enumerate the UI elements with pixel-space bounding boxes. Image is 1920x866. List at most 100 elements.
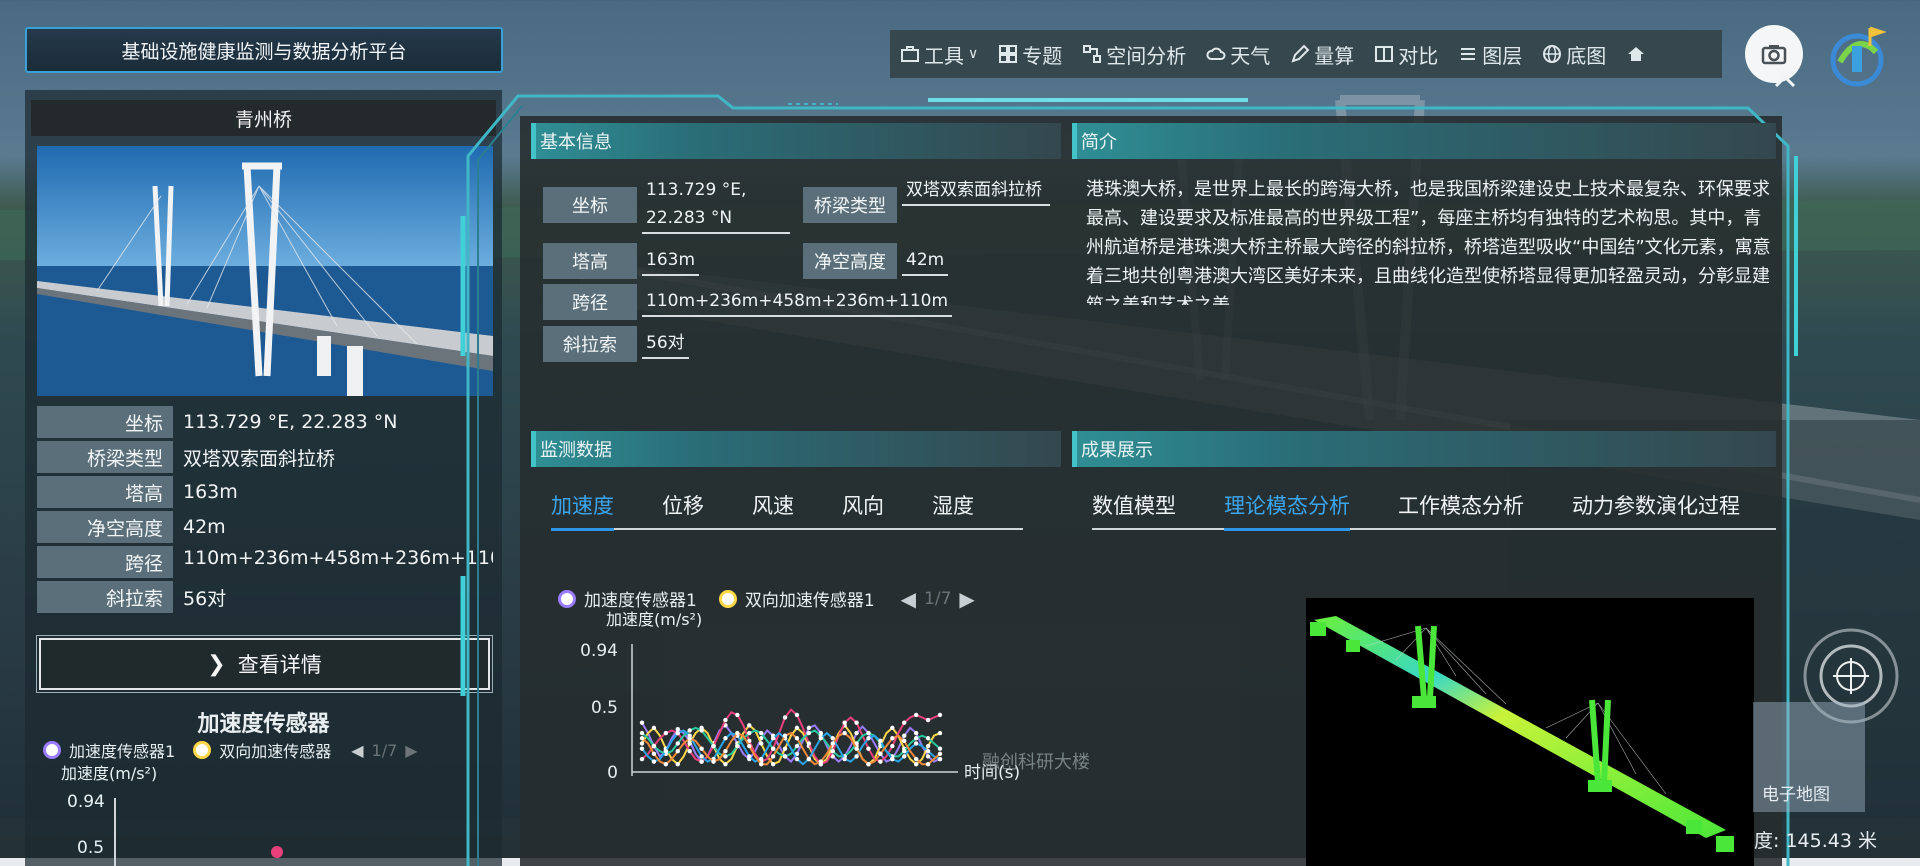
ghost-building-label: 融创科研大楼	[982, 752, 1090, 773]
legend-marker	[558, 589, 576, 608]
legend-label[interactable]: 双向加速传感器1	[745, 586, 875, 611]
data-point	[675, 749, 680, 754]
monitor-pager: 1/7	[924, 588, 952, 609]
left-chart-axis	[114, 798, 116, 866]
data-point	[675, 726, 680, 732]
coordinate-label: 坐标	[37, 406, 173, 438]
results-header: 成果展示	[1072, 431, 1776, 467]
data-point	[794, 743, 800, 749]
data-point	[794, 756, 800, 762]
data-point	[735, 730, 740, 736]
tab-operational-modal[interactable]: 工作模态分析	[1398, 482, 1524, 528]
info-row-bridge-type: 桥梁类型 双塔双索面斜拉桥	[37, 441, 507, 473]
bi-coordinate-label: 坐标	[543, 187, 637, 223]
data-point	[699, 728, 704, 733]
platform-title: 基础设施健康监测与数据分析平台	[25, 27, 503, 73]
close-button[interactable]	[1770, 62, 1800, 92]
bi-span-label: 跨径	[543, 284, 637, 320]
data-point	[902, 738, 907, 744]
tab-wind-direction[interactable]: 风向	[842, 482, 884, 528]
scale-readout: 度: 145.43 米	[1754, 830, 1877, 852]
bi-bridge-type-value: 双塔双索面斜拉桥	[902, 176, 1050, 206]
data-point	[711, 759, 716, 764]
acceleration-chart: 0.940.50 时间(s)	[580, 641, 1020, 783]
legend-marker	[718, 589, 737, 608]
map-switch-label[interactable]: 电子地图	[1762, 780, 1830, 805]
brand-logo	[1830, 26, 1887, 87]
tab-humidity[interactable]: 湿度	[932, 482, 974, 528]
left-info-panel: 青州桥 坐标 113.729 °E, 22.283 °N 桥梁类型 双塔双索面斜…	[25, 90, 502, 866]
data-point	[890, 756, 895, 762]
tab-theoretical-modal[interactable]: 理论模态分析	[1224, 482, 1350, 531]
data-point	[770, 746, 776, 751]
data-point	[782, 733, 788, 738]
bi-tower-height-label: 塔高	[543, 243, 637, 279]
modal-analysis-render[interactable]	[1306, 598, 1754, 866]
data-point	[747, 754, 752, 759]
left-chart-y-unit: 加速度(m/s²)	[61, 764, 158, 783]
left-chart-title: 加速度传感器	[197, 712, 330, 737]
info-row-clearance: 净空高度 42m	[37, 511, 507, 543]
data-point	[925, 717, 931, 723]
prev-page-icon[interactable]: ◀	[901, 587, 916, 611]
data-point	[890, 725, 895, 731]
bi-clearance-label: 净空高度	[803, 243, 897, 279]
results-tabs: 数值模型 理论模态分析 工作模态分析 动力参数演化过程	[1092, 482, 1776, 531]
data-point	[937, 746, 943, 751]
tab-numerical-model[interactable]: 数值模型	[1092, 482, 1176, 528]
next-page-icon[interactable]: ▶	[405, 741, 417, 760]
close-icon	[1774, 66, 1796, 88]
data-point	[866, 746, 871, 751]
data-point	[925, 754, 931, 759]
tab-wind-speed[interactable]: 风速	[752, 482, 794, 528]
view-details-label: 查看详情	[237, 653, 322, 677]
data-point	[735, 712, 740, 718]
data-point	[687, 741, 692, 746]
data-point	[651, 751, 657, 757]
data-point	[937, 751, 943, 757]
basic-info-header: 基本信息	[531, 123, 1061, 159]
bi-bridge-type-label: 桥梁类型	[803, 187, 897, 223]
data-point	[782, 754, 788, 759]
bridge-name: 青州桥	[31, 100, 496, 136]
data-point	[937, 730, 943, 736]
legend-label[interactable]: 双向加速传感器	[219, 738, 331, 762]
data-point	[866, 730, 871, 736]
data-point	[651, 743, 657, 749]
legend-label[interactable]: 加速度传感器1	[69, 738, 175, 762]
data-point	[925, 743, 931, 749]
data-point	[854, 720, 859, 725]
left-chart-point	[271, 846, 283, 858]
tab-displacement[interactable]: 位移	[662, 482, 704, 528]
data-point	[806, 730, 812, 736]
tab-acceleration[interactable]: 加速度	[551, 482, 614, 531]
data-point	[723, 754, 728, 759]
data-point	[651, 725, 657, 731]
data-point	[794, 736, 800, 741]
data-point	[747, 743, 752, 749]
tab-dynamic-evolution[interactable]: 动力参数演化过程	[1572, 482, 1740, 528]
tower-height-value: 163m	[183, 481, 238, 503]
monitor-y-unit: 加速度(m/s²)	[606, 610, 703, 629]
data-point	[747, 723, 752, 728]
prev-page-icon[interactable]: ◀	[351, 741, 363, 760]
bi-cables-label: 斜拉索	[543, 326, 637, 362]
data-point	[759, 730, 764, 736]
data-point	[913, 730, 919, 736]
data-point	[866, 762, 871, 767]
data-point	[747, 730, 752, 736]
data-point	[675, 762, 680, 767]
data-point	[794, 725, 800, 731]
data-point	[806, 725, 812, 731]
data-point	[818, 759, 823, 764]
data-point	[913, 756, 919, 762]
data-point	[937, 712, 943, 718]
view-details-button[interactable]: ❯ 查看详情	[36, 635, 493, 693]
data-point	[639, 720, 645, 725]
data-point	[854, 754, 859, 759]
data-point	[770, 754, 776, 759]
clearance-value: 42m	[183, 516, 226, 538]
next-page-icon[interactable]: ▶	[959, 587, 974, 611]
data-point	[651, 759, 657, 764]
data-point	[913, 712, 919, 718]
